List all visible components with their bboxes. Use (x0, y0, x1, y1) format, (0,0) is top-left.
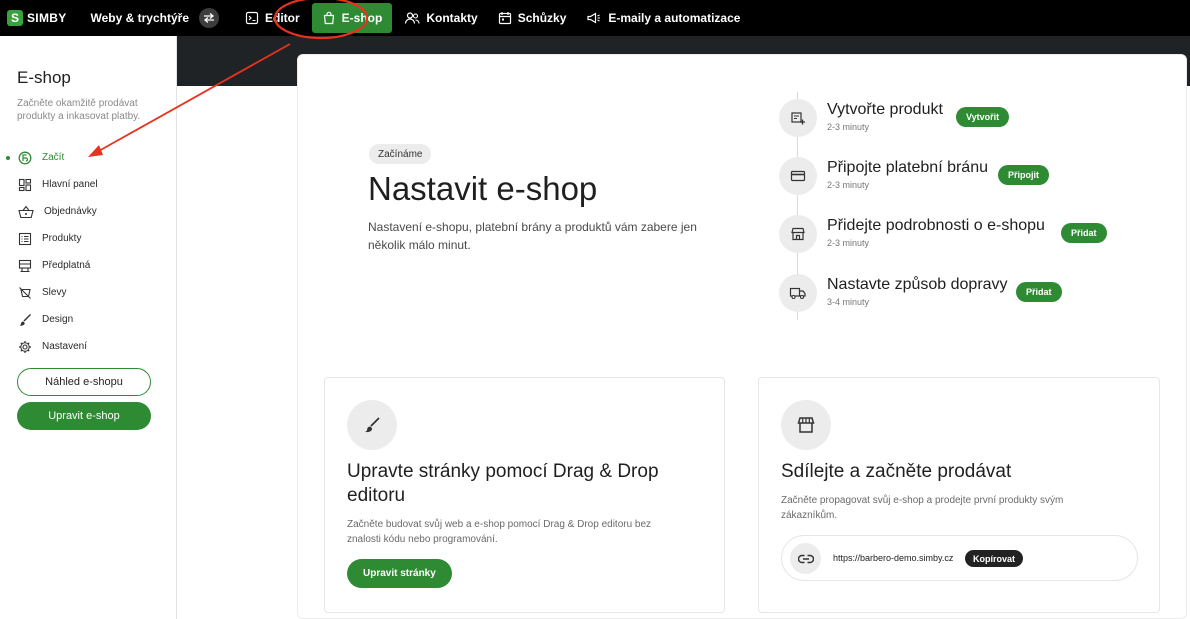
nav-contacts-label: Kontakty (426, 11, 478, 25)
nav-meetings-label: Schůzky (517, 11, 567, 25)
copy-url-button[interactable]: Kopírovat (965, 550, 1024, 567)
gear-icon (19, 340, 31, 353)
add-details-button[interactable]: Přidat (1061, 223, 1107, 243)
add-product-icon (791, 112, 805, 125)
sidebar-item-label: Hlavní panel (42, 179, 98, 190)
step-icon-circle (779, 274, 817, 312)
card-icon-circle (347, 400, 397, 450)
main-nav: Editor E-shop Kontakty Schůzky E-maily a… (237, 0, 752, 36)
step-title: Přidejte podrobnosti o e-shopu (827, 217, 1045, 234)
shop-url: https://barbero-demo.simby.cz (833, 553, 954, 563)
dashboard-icon (18, 178, 32, 191)
getting-started-chip: Začínáme (369, 144, 432, 164)
edit-eshop-button[interactable]: Upravit e-shop (17, 402, 151, 430)
sidebar-item-orders[interactable]: Objednávky (0, 198, 177, 225)
nav-editor-label: Editor (265, 11, 300, 25)
nav-emails-label: E-maily a automatizace (608, 11, 741, 25)
eshop-sidebar: E-shop Začněte okamžitě prodávat produkt… (0, 36, 177, 619)
logo-text: SIMBY (27, 11, 67, 25)
switch-site-button[interactable] (199, 8, 219, 28)
sidebar-title: E-shop (17, 68, 71, 87)
step-icon-circle (779, 215, 817, 253)
share-card: Sdílejte a začněte prodávat Začněte prop… (758, 377, 1160, 613)
store-icon (797, 417, 815, 433)
site-name[interactable]: Weby & trychtýře (91, 11, 189, 25)
step-title: Vytvořte produkt (827, 101, 943, 118)
nav-editor[interactable]: Editor (237, 0, 308, 36)
page-title: Nastavit e-shop (368, 170, 598, 207)
shop-link-box: https://barbero-demo.simby.cz Kopírovat (781, 535, 1138, 581)
nav-eshop[interactable]: E-shop (311, 3, 393, 33)
step-icon-circle (779, 99, 817, 137)
sidebar-item-start[interactable]: Začít (0, 144, 177, 171)
nav-emails[interactable]: E-maily a automatizace (578, 0, 748, 36)
sidebar-item-label: Design (42, 314, 74, 325)
credit-card-icon (790, 170, 806, 182)
simby-logo[interactable]: S SIMBY (7, 10, 67, 26)
preview-eshop-button[interactable]: Náhled e-shopu (17, 368, 151, 396)
nav-meetings[interactable]: Schůzky (490, 0, 575, 36)
sidebar-item-label: Slevy (42, 287, 67, 298)
sidebar-item-subscriptions[interactable]: Předplatná (0, 252, 177, 279)
edit-pages-button[interactable]: Upravit stránky (347, 559, 452, 588)
step-payment-gateway: Připojte platební bránu 2-3 minuty Připo… (779, 157, 1179, 197)
step-title: Nastavte způsob dopravy (827, 276, 1008, 293)
card-title: Upravte stránky pomocí Drag & Drop edito… (347, 461, 659, 506)
products-list-icon (18, 232, 32, 245)
step-duration: 2-3 minuty (827, 238, 870, 248)
subscriptions-icon (18, 259, 32, 272)
top-navigation-bar: S SIMBY Weby & trychtýře Editor E-shop K… (0, 0, 1190, 36)
sidebar-item-label: Začít (42, 152, 65, 163)
start-icon (18, 151, 32, 164)
truck-icon (789, 287, 806, 300)
link-icon-circle (790, 543, 821, 574)
nav-eshop-label: E-shop (341, 11, 383, 25)
sidebar-item-label: Objednávky (44, 206, 97, 217)
add-shipping-button[interactable]: Přidat (1016, 282, 1062, 302)
active-indicator-dot (6, 156, 10, 160)
step-shipping: Nastavte způsob dopravy 3-4 minuty Přida… (779, 274, 1179, 314)
store-icon (791, 227, 805, 241)
card-title: Sdílejte a začněte prodávat (781, 461, 1012, 482)
editor-card: Upravte stránky pomocí Drag & Drop edito… (324, 377, 725, 613)
hero-description: Nastavení e-shopu, platební brány a prod… (368, 220, 697, 252)
nav-contacts[interactable]: Kontakty (396, 0, 485, 36)
card-icon-circle (781, 400, 831, 450)
discount-icon (19, 286, 31, 299)
sidebar-item-products[interactable]: Produkty (0, 225, 177, 252)
step-duration: 2-3 minuty (827, 180, 870, 190)
step-duration: 2-3 minuty (827, 122, 870, 132)
link-icon (797, 554, 814, 563)
basket-icon (18, 205, 34, 218)
logo-mark: S (7, 10, 23, 26)
contacts-icon (405, 12, 420, 24)
step-icon-circle (779, 157, 817, 195)
brush-icon (365, 417, 380, 433)
calendar-icon (498, 12, 511, 25)
create-product-button[interactable]: Vytvořit (956, 107, 1010, 127)
sidebar-description: Začněte okamžitě prodávat produkty a ink… (17, 98, 141, 122)
step-title: Připojte platební bránu (827, 159, 988, 176)
sidebar-menu: Začít Hlavní panel Objednávky Produkty P… (0, 144, 177, 360)
editor-icon (245, 11, 259, 25)
step-create-product: Vytvořte produkt 2-3 minuty Vytvořit (779, 99, 1179, 139)
swap-arrows-icon (203, 13, 215, 23)
brush-icon (19, 313, 31, 326)
sidebar-item-discounts[interactable]: Slevy (0, 279, 177, 306)
sidebar-item-settings[interactable]: Nastavení (0, 333, 177, 360)
step-duration: 3-4 minuty (827, 297, 870, 307)
step-eshop-details: Přidejte podrobnosti o e-shopu 2-3 minut… (779, 215, 1179, 255)
connect-payment-button[interactable]: Připojit (998, 165, 1049, 185)
sidebar-item-dashboard[interactable]: Hlavní panel (0, 171, 177, 198)
megaphone-icon (587, 12, 601, 24)
sidebar-item-label: Produkty (42, 233, 82, 244)
shopping-bag-icon (323, 11, 334, 25)
card-description: Začněte propagovat svůj e-shop a prodejt… (781, 495, 1064, 521)
sidebar-item-label: Předplatná (42, 260, 91, 271)
sidebar-item-design[interactable]: Design (0, 306, 177, 333)
card-description: Začněte budovat svůj web a e-shop pomocí… (347, 519, 652, 545)
sidebar-item-label: Nastavení (42, 341, 88, 352)
